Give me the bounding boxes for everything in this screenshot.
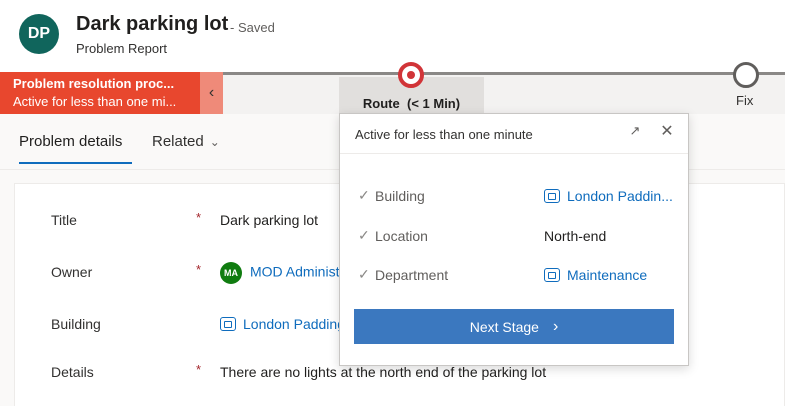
step-label-location: Location (375, 228, 428, 244)
department-entity-icon (544, 268, 560, 282)
step-value-location[interactable]: North-end (544, 228, 606, 244)
field-label-owner: Owner (51, 264, 93, 280)
owner-name[interactable]: MOD Administ (250, 264, 339, 280)
step-location: ✓ Location North-end (340, 227, 688, 251)
field-label-building: Building (51, 316, 101, 332)
stage-fix-label[interactable]: Fix (736, 93, 753, 108)
step-label-department: Department (375, 267, 449, 283)
process-flag[interactable]: Problem resolution proc... Active for le… (0, 72, 200, 114)
pop-out-icon[interactable]: ↗ (627, 123, 643, 139)
owner-avatar: MA (220, 262, 242, 284)
step-value-building[interactable]: London Paddin... (544, 188, 673, 204)
record-title: Dark parking lot (76, 13, 229, 35)
building-lookup[interactable]: London Padding (220, 316, 345, 332)
stage-fix-indicator-icon[interactable] (733, 62, 759, 88)
field-label-title: Title (51, 212, 77, 228)
step-department: ✓ Department Maintenance (340, 266, 688, 290)
title-field[interactable]: Dark parking lot (220, 212, 318, 228)
stage-route-label: Route (< 1 Min) (362, 96, 461, 111)
active-stage-indicator-icon[interactable] (398, 62, 424, 88)
next-stage-label: Next Stage (469, 318, 539, 335)
entity-type-label: Problem Report (76, 41, 168, 56)
chevron-right-icon: › (552, 317, 559, 335)
record-header: DP Dark parking lot - Saved Problem Repo… (0, 0, 785, 72)
required-indicator: * (196, 210, 202, 225)
checkmark-icon: ✓ (358, 187, 370, 203)
stage-flyout: Active for less than one minute ↗ ✕ ✓ Bu… (339, 113, 689, 366)
checkmark-icon: ✓ (358, 227, 370, 243)
next-stage-button[interactable]: Next Stage › (354, 309, 674, 344)
details-field[interactable]: There are no lights at the north end of … (220, 364, 546, 380)
building-name[interactable]: London Padding (243, 316, 345, 332)
process-track (223, 72, 785, 75)
owner-lookup[interactable]: MA MOD Administ (220, 262, 339, 284)
process-active-duration: Active for less than one mi... (13, 94, 177, 109)
flyout-title: Active for less than one minute (355, 127, 533, 142)
chevron-down-icon: ⌄ (209, 135, 220, 149)
close-icon[interactable]: ✕ (658, 122, 676, 140)
field-row-details: Details * There are no lights at the nor… (15, 362, 785, 404)
step-value-department[interactable]: Maintenance (544, 267, 647, 283)
flyout-divider (340, 153, 688, 154)
field-label-details: Details (51, 364, 94, 380)
checkmark-icon: ✓ (358, 266, 370, 282)
record-avatar: DP (19, 14, 59, 54)
tab-problem-details[interactable]: Problem details (19, 133, 122, 150)
required-indicator: * (196, 262, 202, 277)
required-indicator: * (196, 362, 202, 377)
building-entity-icon (220, 317, 236, 331)
process-name: Problem resolution proc... (13, 76, 175, 91)
saved-status: - Saved (230, 20, 275, 35)
flyout-header: Active for less than one minute ↗ ✕ (340, 114, 688, 154)
step-label-building: Building (375, 188, 425, 204)
selected-tab-indicator (19, 162, 132, 164)
building-entity-icon (544, 189, 560, 203)
tab-related[interactable]: Related ⌄ (152, 133, 220, 150)
collapse-process-button[interactable]: ‹ (200, 72, 223, 114)
chevron-left-icon: ‹ (208, 84, 215, 101)
business-process-bar: Problem resolution proc... Active for le… (0, 62, 785, 114)
step-building: ✓ Building London Paddin... (340, 187, 688, 211)
